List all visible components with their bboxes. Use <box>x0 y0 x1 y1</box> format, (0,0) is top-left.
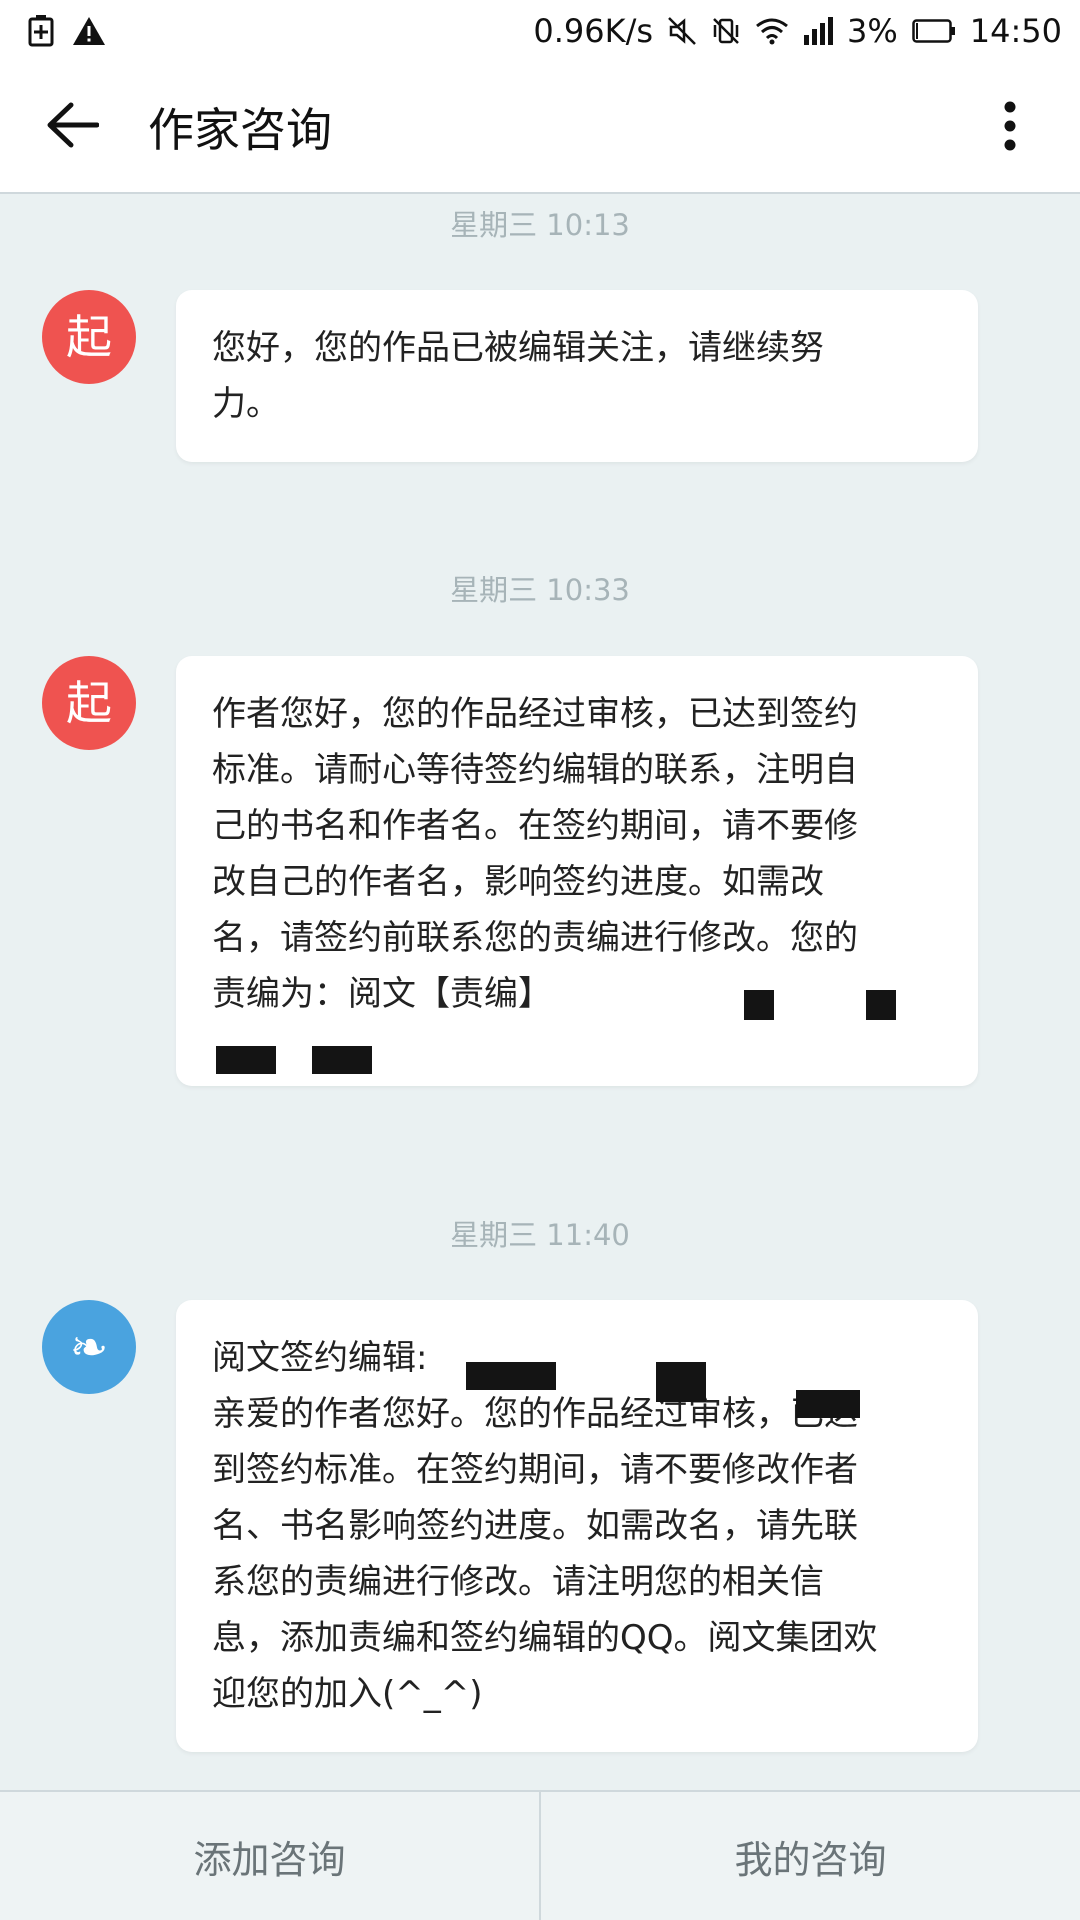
message-timestamp: 星期三 11:40 <box>450 1218 630 1252</box>
sender-avatar[interactable]: 起 <box>42 290 136 384</box>
add-consultation-button[interactable]: 添加咨询 <box>0 1792 539 1920</box>
status-left <box>28 15 106 47</box>
status-bar: 0.96K/s 3% 14:50 <box>0 0 1080 62</box>
redaction-block <box>796 1390 860 1418</box>
redaction-block <box>312 1046 372 1074</box>
redaction-block <box>656 1362 706 1402</box>
chat-area[interactable]: 星期三 10:13 起 您好，您的作品已被编辑关注，请继续努 力。 星期三 10… <box>0 194 1080 1790</box>
signal-icon <box>803 17 834 45</box>
app-header: 作家咨询 <box>0 62 1080 194</box>
my-consultation-button[interactable]: 我的咨询 <box>541 1792 1080 1920</box>
sender-avatar[interactable]: ❧ <box>42 1300 136 1394</box>
status-time: 14:50 <box>969 12 1062 50</box>
back-button[interactable] <box>22 77 122 177</box>
wifi-icon <box>755 17 789 45</box>
status-right: 0.96K/s 3% 14:50 <box>533 12 1062 50</box>
battery-icon <box>912 19 956 43</box>
arrow-left-icon <box>45 101 100 153</box>
bottom-bar: 添加咨询 我的咨询 <box>0 1790 1080 1920</box>
network-speed: 0.96K/s <box>533 12 654 50</box>
sender-avatar[interactable]: 起 <box>42 656 136 750</box>
redaction-block <box>216 1046 276 1074</box>
message-text: 阅文签约编辑: 亲爱的作者您好。您的作品经过审核，已达 到签约标准。在签约期间，… <box>212 1338 878 1714</box>
more-vertical-icon <box>1003 101 1017 155</box>
message-text: 您好，您的作品已被编辑关注，请继续努 力。 <box>212 328 824 424</box>
redaction-block <box>866 990 896 1020</box>
message-bubble[interactable]: 您好，您的作品已被编辑关注，请继续努 力。 <box>176 290 978 462</box>
message-text: 作者您好，您的作品经过审核，已达到签约 标准。请耐心等待签约编辑的联系，注明自 … <box>212 694 858 1014</box>
battery-saver-icon <box>28 15 54 47</box>
feather-icon: ❧ <box>69 1320 109 1374</box>
page-title: 作家咨询 <box>148 103 332 157</box>
message-bubble[interactable]: 作者您好，您的作品经过审核，已达到签约 标准。请耐心等待签约编辑的联系，注明自 … <box>176 656 978 1086</box>
more-options-button[interactable] <box>980 78 1040 178</box>
redaction-block <box>466 1362 556 1390</box>
message-bubble[interactable]: 阅文签约编辑: 亲爱的作者您好。您的作品经过审核，已达 到签约标准。在签约期间，… <box>176 1300 978 1752</box>
qidian-logo-icon: 起 <box>66 676 112 730</box>
redaction-block <box>744 990 774 1020</box>
message-timestamp: 星期三 10:13 <box>450 208 630 242</box>
vibrate-off-icon <box>711 16 741 46</box>
warning-icon <box>72 16 106 46</box>
battery-percent: 3% <box>847 12 898 50</box>
qidian-logo-icon: 起 <box>66 310 112 364</box>
mute-icon <box>667 16 697 46</box>
message-timestamp: 星期三 10:33 <box>450 573 630 607</box>
